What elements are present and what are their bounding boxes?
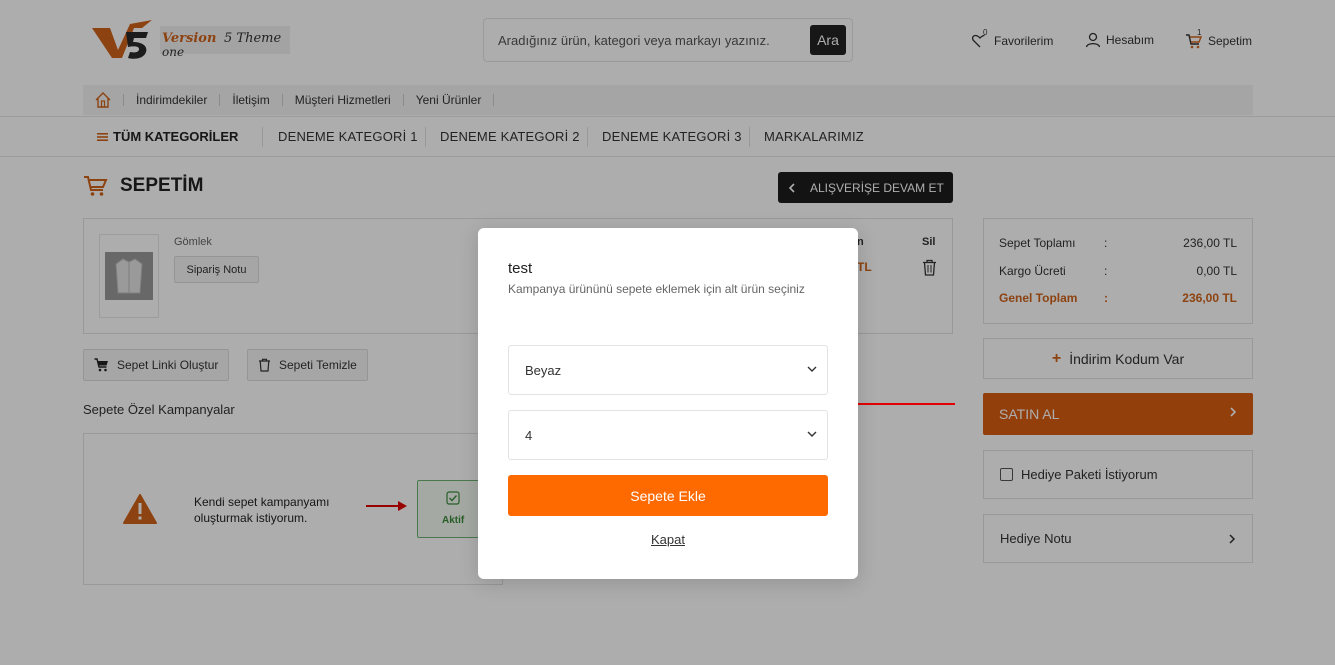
variant-select-color[interactable]: Beyaz [508, 345, 828, 395]
page: Version 5 Theme one Ara 0 Favorilerim He… [0, 0, 1335, 665]
variant-select-size-value: 4 [525, 427, 533, 443]
red-arrow-icon [847, 399, 955, 409]
modal-title: test [508, 260, 533, 277]
modal-subtitle: Kampanya ürününü sepete eklemek için alt… [508, 282, 805, 296]
add-to-cart-button[interactable]: Sepete Ekle [508, 475, 828, 516]
campaign-product-modal: test Kampanya ürününü sepete eklemek içi… [478, 228, 858, 579]
close-modal-link[interactable]: Kapat [478, 532, 858, 547]
variant-select-color-value: Beyaz [525, 362, 562, 378]
variant-select-size[interactable]: 4 [508, 410, 828, 460]
chevron-down-icon [807, 431, 817, 437]
chevron-down-icon [807, 366, 817, 372]
